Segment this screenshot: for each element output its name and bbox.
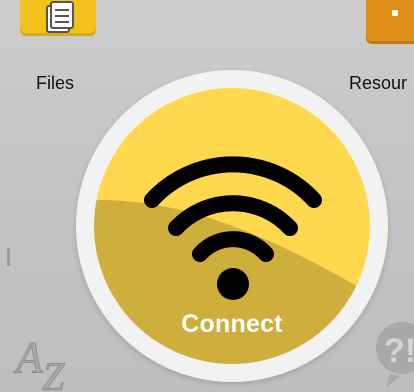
edge-marker [7,248,10,266]
folder-icon [366,0,414,44]
connect-disc: Connect [94,88,370,364]
a-z-icon[interactable]: A Z [12,320,82,392]
connect-button[interactable]: Connect [76,70,388,382]
svg-text:A: A [13,333,44,382]
files-label: Files [36,73,75,93]
files-folder-icon [20,0,96,36]
svg-text:Z: Z [42,354,65,392]
files-tile[interactable]: Files [6,0,116,100]
app-screen: Files Resour A Z ?! Connect [0,0,414,392]
document-icon [46,1,74,33]
connect-label: Connect [181,310,283,338]
svg-text:?!: ?! [384,332,414,370]
resources-tile[interactable]: Resour [330,0,414,100]
help-icon[interactable]: ?! [366,318,414,392]
